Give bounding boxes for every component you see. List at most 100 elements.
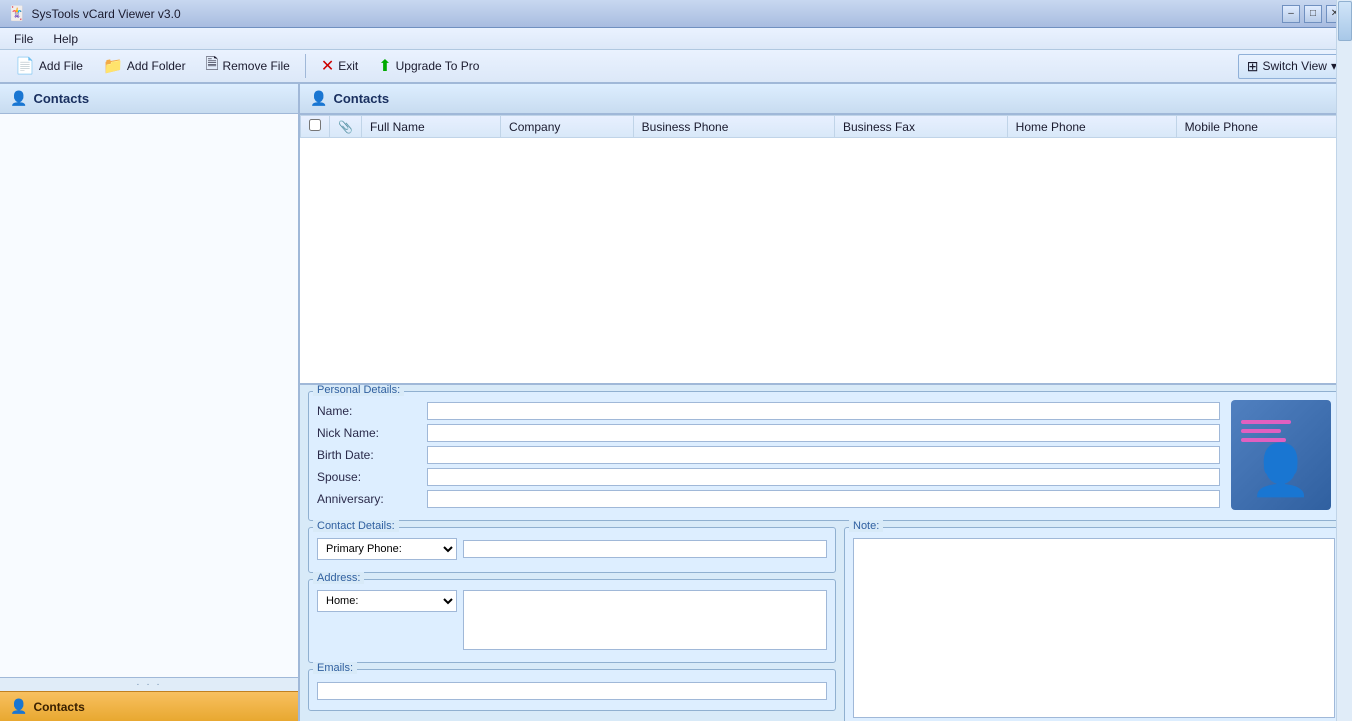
anniversary-label: Anniversary: (317, 492, 427, 506)
menu-help[interactable]: Help (43, 30, 88, 48)
contacts-panel-header: 👤 Contacts (300, 84, 1352, 115)
email-input[interactable] (317, 682, 827, 700)
nick-name-input[interactable] (427, 424, 1220, 442)
nick-name-label: Nick Name: (317, 426, 427, 440)
add-file-button[interactable]: 📄 Add File (6, 52, 92, 80)
address-legend: Address: (313, 572, 364, 584)
nick-name-row: Nick Name: (317, 424, 1220, 442)
switch-view-button[interactable]: ⊞ Switch View ▾ (1238, 54, 1346, 79)
birth-date-row: Birth Date: (317, 446, 1220, 464)
table-header-row: 📎 Full Name Company Business Phone Busin… (301, 116, 1352, 138)
note-textarea[interactable] (853, 538, 1335, 718)
birth-date-label: Birth Date: (317, 448, 427, 462)
switch-view-label: Switch View (1262, 59, 1326, 73)
remove-file-icon: 🗎 (206, 53, 219, 80)
note-legend: Note: (849, 520, 883, 532)
anniversary-input[interactable] (427, 490, 1220, 508)
add-folder-button[interactable]: 📁 Add Folder (94, 52, 195, 80)
upgrade-icon: ⬆ (378, 56, 391, 76)
toolbar-separator-1 (305, 54, 306, 78)
col-company[interactable]: Company (501, 116, 634, 138)
contact-details-section: Contact Details: Primary Phone: (308, 527, 836, 573)
col-icon: 📎 (330, 116, 362, 138)
contacts-table-area: 📎 Full Name Company Business Phone Busin… (300, 115, 1352, 385)
birth-date-input[interactable] (427, 446, 1220, 464)
avatar-line-2 (1241, 429, 1281, 433)
upgrade-label: Upgrade To Pro (396, 59, 480, 73)
contact-details-legend: Contact Details: (313, 520, 399, 532)
sidebar-dots: · · · (0, 677, 298, 691)
sidebar-content[interactable] (0, 114, 298, 677)
menu-file[interactable]: File (4, 30, 43, 48)
address-section: Address: Home: (308, 579, 836, 663)
note-section: Note: (844, 527, 1344, 721)
address-type-select[interactable]: Home: (317, 590, 457, 612)
exit-label: Exit (338, 59, 358, 73)
emails-legend: Emails: (313, 662, 357, 674)
address-row: Home: (317, 590, 827, 650)
bottom-layout: Contact Details: Primary Phone: Address: (308, 527, 1344, 721)
exit-icon: ✕ (321, 56, 334, 76)
primary-phone-select[interactable]: Primary Phone: (317, 538, 457, 560)
sidebar-footer-icon: 👤 (10, 698, 27, 715)
menubar: File Help (0, 28, 1352, 50)
minimize-button[interactable]: – (1282, 5, 1300, 23)
add-folder-label: Add Folder (127, 59, 186, 73)
avatar-card: 👤 (1231, 400, 1331, 510)
col-full-name[interactable]: Full Name (361, 116, 500, 138)
col-business-phone[interactable]: Business Phone (633, 116, 834, 138)
remove-file-label: Remove File (222, 59, 289, 73)
name-input[interactable] (427, 402, 1220, 420)
address-textarea[interactable] (463, 590, 827, 650)
add-folder-icon: 📁 (103, 56, 123, 76)
exit-button[interactable]: ✕ Exit (312, 52, 367, 80)
sidebar-header-icon: 👤 (10, 90, 27, 107)
col-checkbox (301, 116, 330, 138)
sidebar-footer-item[interactable]: 👤 Contacts (0, 691, 298, 721)
app-icon: 🃏 (8, 5, 25, 22)
col-business-fax[interactable]: Business Fax (834, 116, 1007, 138)
sidebar-header: 👤 Contacts (0, 84, 298, 114)
content-area: 👤 Contacts 📎 Full Name Company B (300, 84, 1352, 721)
maximize-button[interactable]: □ (1304, 5, 1322, 23)
sidebar: 👤 Contacts · · · 👤 Contacts (0, 84, 300, 721)
contacts-table: 📎 Full Name Company Business Phone Busin… (300, 115, 1352, 138)
personal-details-section: Personal Details: 👤 Name: (308, 391, 1344, 521)
select-all-checkbox[interactable] (309, 119, 321, 131)
main-layout: 👤 Contacts · · · 👤 Contacts 👤 Contacts (0, 84, 1352, 721)
primary-phone-input[interactable] (463, 540, 827, 558)
sidebar-dots-text: · · · (136, 679, 162, 690)
left-detail-col: Contact Details: Primary Phone: Address: (308, 527, 836, 721)
avatar-figure: 👤 (1250, 445, 1312, 495)
col-home-phone[interactable]: Home Phone (1007, 116, 1176, 138)
avatar-line-1 (1241, 420, 1291, 424)
name-row: Name: (317, 402, 1220, 420)
personal-details-legend: Personal Details: (313, 385, 404, 396)
attachment-icon: 📎 (338, 120, 353, 134)
app-title: SysTools vCard Viewer v3.0 (31, 7, 1282, 21)
anniversary-row: Anniversary: (317, 490, 1220, 508)
col-mobile-phone[interactable]: Mobile Phone (1176, 116, 1351, 138)
spouse-label: Spouse: (317, 470, 427, 484)
right-detail-col: Note: (844, 527, 1344, 721)
contacts-header-label: Contacts (333, 91, 389, 106)
avatar-lines (1241, 420, 1291, 442)
name-label: Name: (317, 404, 427, 418)
avatar-line-3 (1241, 438, 1286, 442)
toolbar: 📄 Add File 📁 Add Folder 🗎 Remove File ✕ … (0, 50, 1352, 84)
right-scrollbar[interactable] (1336, 0, 1352, 721)
scrollbar-thumb[interactable] (1338, 1, 1352, 41)
add-file-label: Add File (39, 59, 83, 73)
titlebar: 🃏 SysTools vCard Viewer v3.0 – □ ✕ (0, 0, 1352, 28)
emails-row (317, 682, 827, 700)
upgrade-button[interactable]: ⬆ Upgrade To Pro (369, 52, 488, 80)
detail-panel[interactable]: Personal Details: 👤 Name: (300, 385, 1352, 721)
remove-file-button[interactable]: 🗎 Remove File (197, 49, 299, 84)
primary-phone-row: Primary Phone: (317, 538, 827, 560)
contacts-header-icon: 👤 (310, 90, 327, 107)
emails-section: Emails: (308, 669, 836, 711)
spouse-input[interactable] (427, 468, 1220, 486)
window-controls: – □ ✕ (1282, 5, 1344, 23)
switch-view-grid-icon: ⊞ (1247, 58, 1259, 75)
sidebar-header-label: Contacts (33, 91, 89, 106)
